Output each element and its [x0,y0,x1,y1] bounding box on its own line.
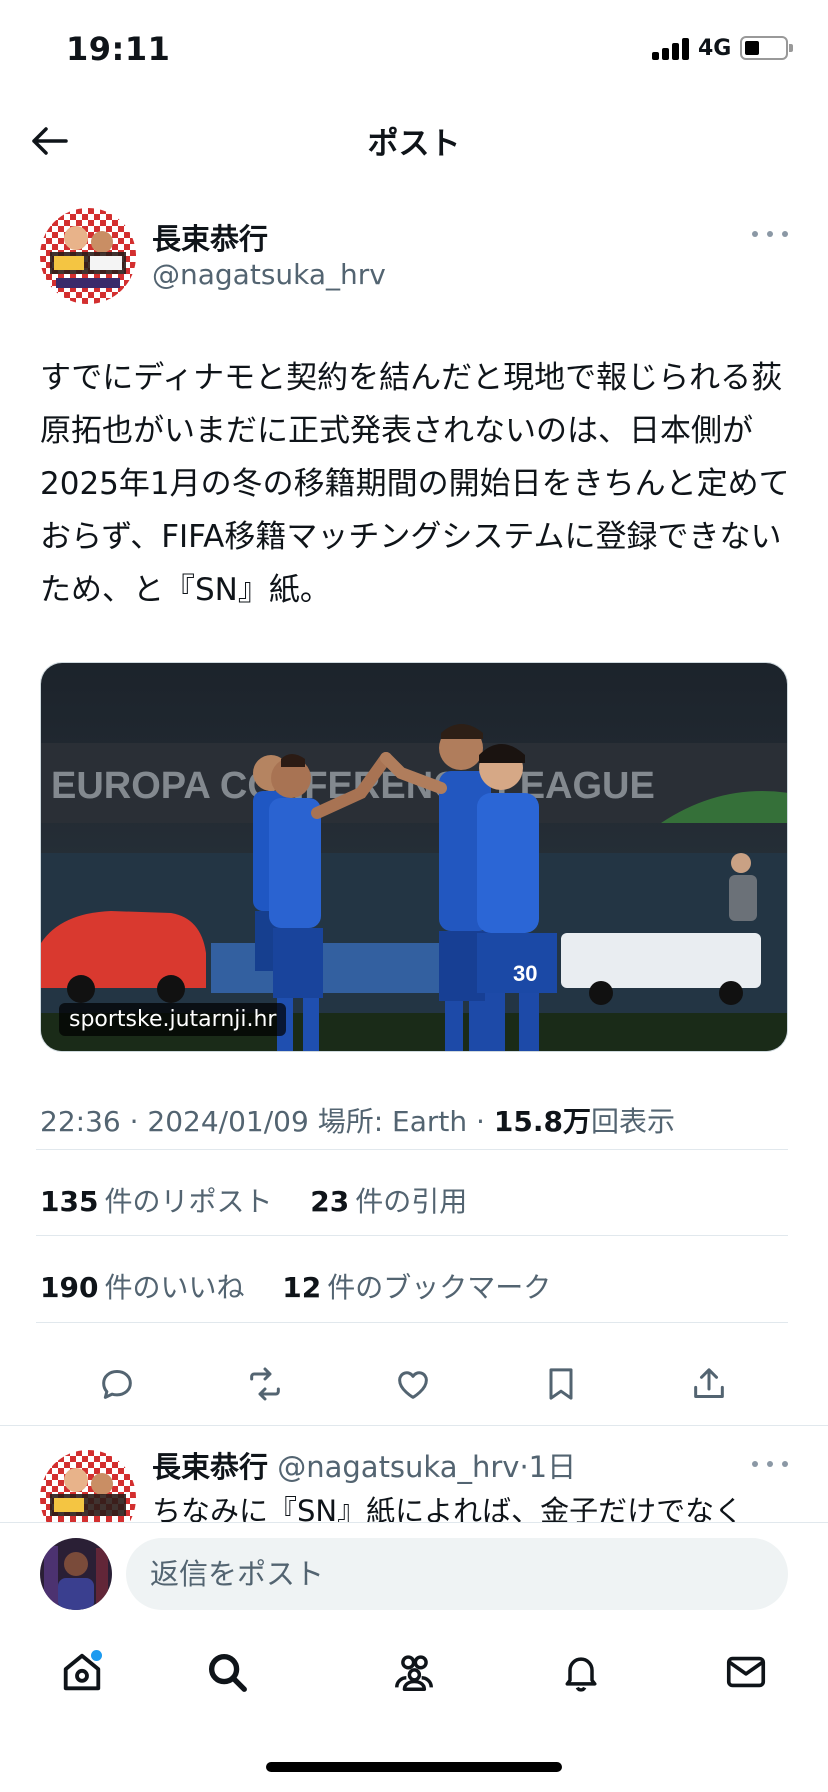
reply-input[interactable] [126,1538,788,1610]
author-handle[interactable]: @nagatsuka_hrv [152,258,386,291]
share-icon [694,1368,724,1398]
tweet-meta: 22:36 · 2024/01/09 場所: Earth · 15.8万回表示 [40,1105,675,1138]
notifications-icon [565,1657,597,1692]
repost-button[interactable] [237,1356,293,1412]
media-caption: sportske.jutarnji.hr [59,1003,287,1036]
section-divider [0,1425,828,1426]
reply-header[interactable]: 長束恭行 @nagatsuka_hrv·1日 [152,1444,576,1486]
my-avatar[interactable] [40,1538,112,1610]
tab-communities[interactable] [384,1642,444,1702]
stats-row-reposts: 135 件のリポスト 23 件の引用 [40,1180,467,1220]
quotes-stat[interactable]: 23 件の引用 [310,1185,467,1218]
bookmark-icon [549,1368,573,1400]
tweet-location: 場所: Earth [317,1105,468,1138]
battery-icon [740,36,793,60]
reply-icon [102,1370,132,1399]
tab-bar [0,1622,828,1722]
dot-icon [767,231,773,237]
tab-notifications[interactable] [551,1642,611,1702]
tweet-actions [0,1356,828,1412]
reply-more-button[interactable] [752,1454,788,1474]
status-time: 19:11 [66,30,171,68]
divider [36,1149,788,1150]
divider [36,1322,788,1323]
like-icon [398,1371,428,1399]
tweet-date[interactable]: 2024/01/09 [147,1105,308,1138]
network-type: 4G [698,36,732,61]
reply-button[interactable] [89,1356,145,1412]
like-button[interactable] [385,1356,441,1412]
divider [36,1235,788,1236]
bookmark-button[interactable] [533,1356,589,1412]
tab-search[interactable] [197,1642,257,1702]
home-indicator [266,1762,562,1772]
likes-stat[interactable]: 190 件のいいね [40,1271,244,1304]
reply-text[interactable]: ちなみに『SN』紙によれば、金子だけでなく [152,1488,792,1522]
dot-icon [767,1461,773,1467]
reply-time: ·1日 [519,1450,577,1484]
page-title: ポスト [367,126,461,162]
communities-icon [395,1655,433,1691]
dot-icon [752,231,758,237]
author-avatar[interactable] [40,208,136,304]
tweet-time[interactable]: 22:36 [40,1105,121,1138]
svg-text:30: 30 [513,961,537,986]
messages-icon [726,1656,766,1688]
reply-author-handle[interactable]: @nagatsuka_hrv [277,1450,519,1484]
dot-icon [752,1461,758,1467]
dot-icon [782,231,788,237]
header: ポスト [0,100,828,180]
signal-icon [652,36,692,60]
repost-icon [250,1367,280,1401]
author-name[interactable]: 長束恭行 [152,216,268,258]
notification-dot [91,1650,102,1661]
share-button[interactable] [681,1356,737,1412]
tab-home[interactable] [52,1642,112,1702]
reposts-stat[interactable]: 135 件のリポスト [40,1185,272,1218]
views-label: 回表示 [590,1105,675,1138]
status-bar: 19:11 4G [0,0,828,100]
dot-icon [782,1461,788,1467]
reply-author-name[interactable]: 長束恭行 [152,1450,268,1484]
tweet-media[interactable]: EUROPA CONFERENCE LEAGUE 30 sportske.jut… [40,662,788,1052]
tab-messages[interactable] [716,1642,776,1702]
bookmarks-stat[interactable]: 12 件のブックマーク [282,1271,551,1304]
stats-row-likes: 190 件のいいね 12 件のブックマーク [40,1266,551,1306]
search-icon [208,1653,247,1692]
more-options-button[interactable] [752,224,788,244]
tweet-text: すでにディナモと契約を結んだと現地で報じられる荻原拓也がいまだに正式発表されない… [40,360,790,608]
views-count: 15.8万 [493,1105,591,1138]
